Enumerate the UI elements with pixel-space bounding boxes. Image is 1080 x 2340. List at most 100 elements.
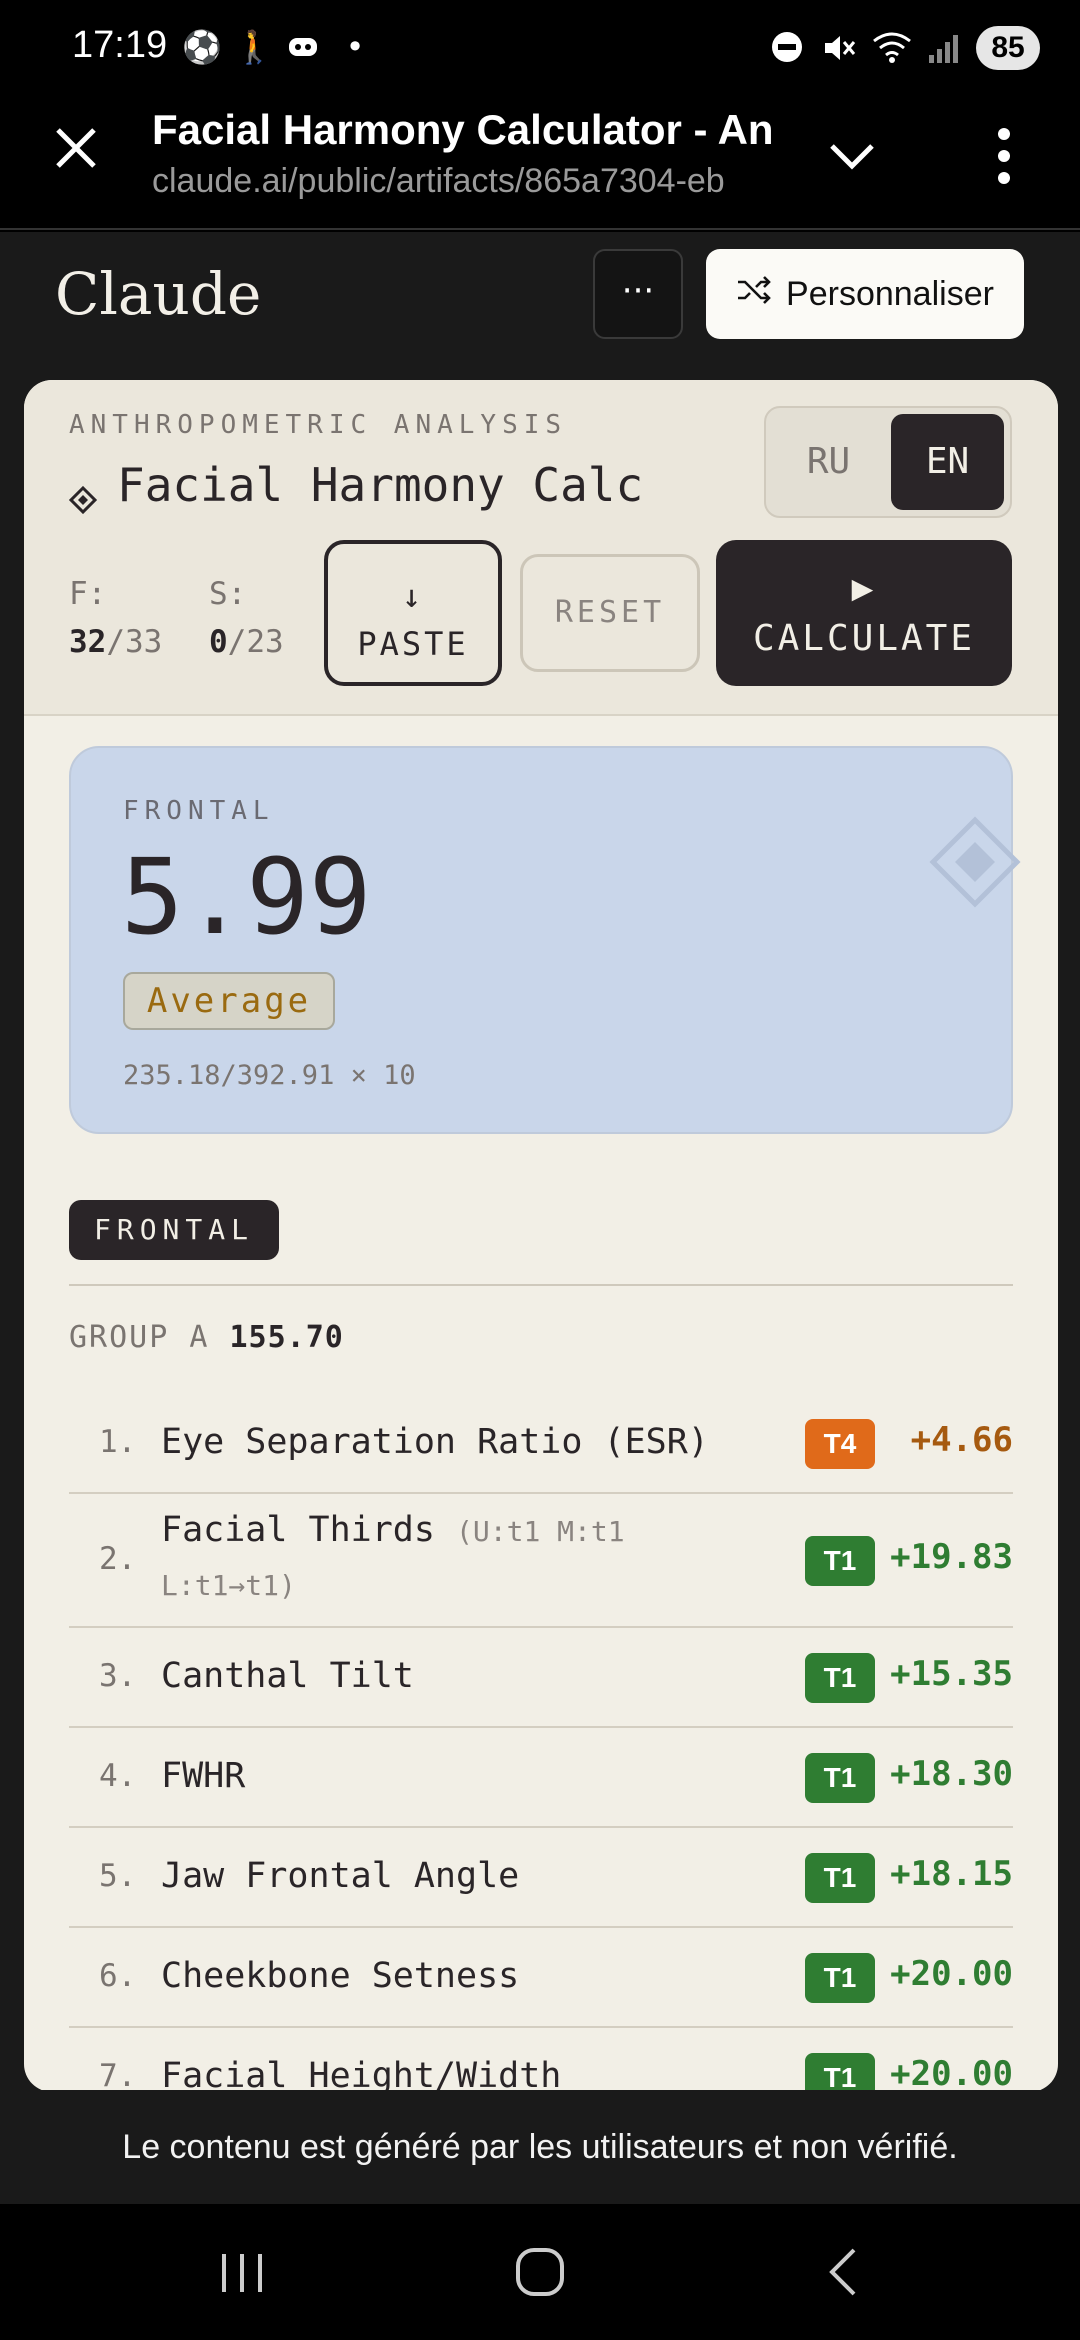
row-score-delta: +4.66 — [910, 1420, 1013, 1460]
status-notification-icons: ⚽ 🚶 • — [182, 30, 372, 64]
customize-button[interactable]: Personnaliser — [706, 249, 1024, 339]
row-number: 4. — [99, 1758, 137, 1794]
wifi-icon — [872, 29, 911, 67]
artifact-card: ANTHROPOMETRIC ANALYSIS Facial Harmony C… — [24, 380, 1058, 2092]
section-tag-frontal[interactable]: FRONTAL — [69, 1200, 279, 1260]
user-content-disclaimer: Le contenu est généré par les utilisateu… — [0, 2090, 1080, 2204]
calculate-button[interactable]: ▶ CALCULATE — [716, 540, 1012, 686]
app-title: Facial Harmony Calc — [68, 458, 644, 515]
measurement-row[interactable]: 3. Canthal Tilt T1 +15.35 — [69, 1628, 1013, 1728]
side-count-total: /23 — [227, 624, 284, 660]
mute-icon — [820, 29, 858, 67]
lang-en-button[interactable]: EN — [891, 414, 1004, 510]
dnd-icon — [768, 29, 806, 67]
score-formula: 235.18/392.91 × 10 — [123, 1060, 416, 1091]
measurement-row[interactable]: 6. Cheekbone Setness T1 +20.00 — [69, 1928, 1013, 2028]
score-label: FRONTAL — [123, 796, 275, 826]
app-title-text: Facial Harmony Calc — [117, 458, 644, 512]
row-name-text: Jaw Frontal Angle — [161, 1856, 520, 1896]
row-number: 1. — [99, 1424, 137, 1460]
frontal-count-total: /33 — [106, 624, 163, 660]
frontal-count-value: 32 — [69, 624, 107, 660]
soccer-icon: ⚽ — [182, 28, 222, 66]
measurement-row[interactable]: 5. Jaw Frontal Angle T1 +18.15 — [69, 1828, 1013, 1928]
diamond-icon — [68, 471, 98, 515]
play-icon: ▶ — [851, 568, 877, 609]
row-score-delta: +18.15 — [890, 1854, 1013, 1894]
side-count-label: S: — [209, 576, 247, 612]
group-value: 155.70 — [229, 1320, 344, 1355]
row-score-delta: +20.00 — [890, 2054, 1013, 2092]
row-score-delta: +15.35 — [890, 1654, 1013, 1694]
row-score-delta: +20.00 — [890, 1954, 1013, 1994]
dot-icon: • — [345, 28, 365, 66]
row-name: Eye Separation Ratio (ESR) — [161, 1416, 761, 1468]
status-time: 17:19 — [72, 24, 168, 66]
app-eyebrow: ANTHROPOMETRIC ANALYSIS — [69, 410, 568, 440]
claude-logo[interactable]: Claude — [55, 260, 261, 328]
diamond-decoration-icon — [927, 814, 1023, 910]
row-score-delta: +18.30 — [890, 1754, 1013, 1794]
row-name-text: Canthal Tilt — [161, 1656, 414, 1696]
status-system-icons: 85 — [768, 26, 1040, 70]
row-number: 7. — [99, 2058, 137, 2092]
page-url[interactable]: claude.ai/public/artifacts/865a7304-eb — [152, 162, 772, 201]
language-toggle: RU EN — [764, 406, 1012, 518]
measurement-row[interactable]: 2. Facial Thirds (U:t1 M:t1 L:t1→t1) T1 +19… — [69, 1494, 1013, 1628]
row-name-text: Facial Height/Width — [161, 2056, 562, 2092]
battery-indicator: 85 — [976, 26, 1040, 70]
row-name: FWHR — [161, 1750, 761, 1802]
measurement-row[interactable]: 4. FWHR T1 +18.30 — [69, 1728, 1013, 1828]
row-name: Cheekbone Setness — [161, 1950, 761, 2002]
back-icon[interactable] — [814, 2242, 874, 2302]
more-button[interactable]: ··· — [593, 249, 683, 339]
row-number: 2. — [99, 1541, 137, 1577]
arrow-down-icon: ↓ — [401, 577, 425, 615]
row-name-text: Eye Separation Ratio (ESR) — [161, 1422, 709, 1462]
row-number: 3. — [99, 1658, 137, 1694]
row-score-delta: +19.83 — [890, 1537, 1013, 1577]
score-panel: FRONTAL 5.99 Average 235.18/392.91 × 10 — [69, 746, 1021, 1134]
row-name: Canthal Tilt — [161, 1650, 761, 1702]
home-icon[interactable] — [510, 2242, 570, 2302]
row-name: Facial Height/Width — [161, 2050, 761, 2092]
row-name-text: Facial Thirds — [161, 1510, 435, 1550]
row-number: 6. — [99, 1958, 137, 1994]
shuffle-icon — [736, 275, 772, 314]
paste-button[interactable]: ↓ PASTE — [324, 540, 502, 686]
tier-badge: T1 — [805, 2053, 875, 2092]
tier-badge: T1 — [805, 1653, 875, 1703]
measurement-row[interactable]: 1. Eye Separation Ratio (ESR) T4 +4.66 — [69, 1394, 1013, 1494]
row-name-text: FWHR — [161, 1756, 246, 1796]
group-label: GROUP A — [69, 1320, 210, 1355]
reset-button[interactable]: RESET — [520, 554, 700, 672]
claude-header: Claude ··· Personnaliser — [0, 232, 1080, 380]
paste-label: PASTE — [357, 625, 469, 663]
page-title: Facial Harmony Calculator - Anthropometr… — [152, 106, 772, 153]
divider — [69, 1284, 1013, 1286]
chevron-down-icon[interactable] — [822, 136, 882, 176]
calculate-label: CALCULATE — [752, 618, 976, 659]
browser-toolbar: Facial Harmony Calculator - Anthropometr… — [0, 96, 1080, 230]
score-value: 5.99 — [121, 836, 372, 958]
discord-icon — [286, 30, 320, 64]
frontal-count: F: 32/33 — [69, 570, 162, 666]
tier-badge: T1 — [805, 1953, 875, 2003]
score-rating-badge: Average — [123, 972, 335, 1030]
recent-apps-icon[interactable] — [212, 2242, 272, 2302]
measurement-row[interactable]: 7. Facial Height/Width T1 +20.00 — [69, 2028, 1013, 2092]
row-name-text: Cheekbone Setness — [161, 1956, 520, 1996]
more-options-icon[interactable] — [990, 126, 1018, 186]
tier-badge: T1 — [805, 1753, 875, 1803]
tier-badge: T1 — [805, 1853, 875, 1903]
close-icon[interactable] — [50, 122, 102, 174]
lang-ru-button[interactable]: RU — [772, 414, 885, 510]
side-count-value: 0 — [209, 624, 228, 660]
artifact-container: ANTHROPOMETRIC ANALYSIS Facial Harmony C… — [0, 380, 1080, 2092]
customize-label: Personnaliser — [786, 274, 994, 313]
row-name: Facial Thirds (U:t1 M:t1 L:t1→t1) — [161, 1504, 761, 1612]
app-header: ANTHROPOMETRIC ANALYSIS Facial Harmony C… — [24, 380, 1058, 716]
row-number: 5. — [99, 1858, 137, 1894]
system-nav-bar — [0, 2204, 1080, 2340]
group-header: GROUP A 155.70 — [69, 1320, 344, 1355]
